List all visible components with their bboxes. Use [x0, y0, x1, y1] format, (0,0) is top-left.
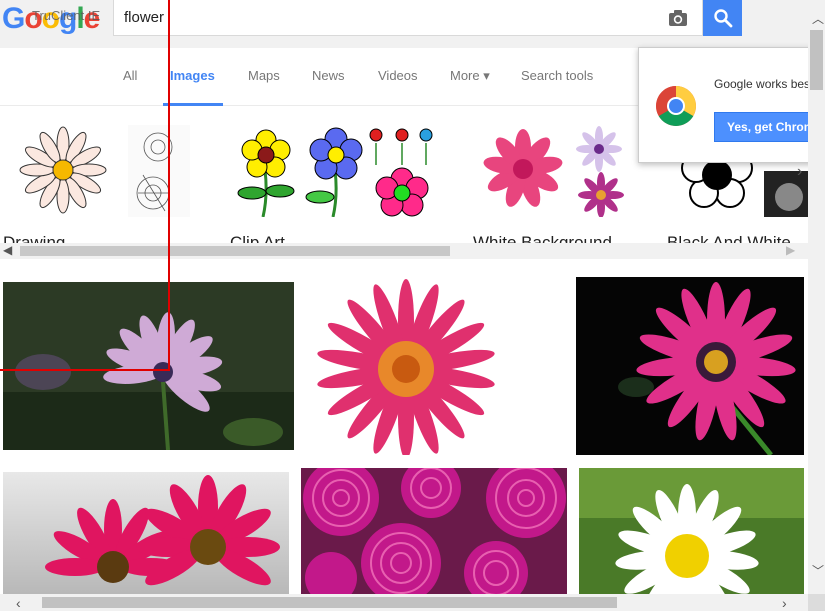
search-box[interactable]: [113, 0, 703, 36]
search-header: Google TruClient IE: [0, 0, 808, 48]
scroll-left-icon[interactable]: ◀: [3, 243, 12, 257]
page-horizontal-scrollbar[interactable]: ‹ ›: [0, 594, 808, 611]
strip-scroll-thumb[interactable]: [20, 246, 450, 256]
scroll-right-icon[interactable]: ›: [782, 595, 787, 611]
scroll-down-icon[interactable]: ﹀: [812, 562, 824, 579]
chrome-logo-icon: [656, 86, 696, 126]
scrollbar-corner: [808, 594, 825, 611]
overlay-label: TruClient IE: [32, 8, 101, 23]
browser-viewport: Google TruClient IE All Images Maps News…: [0, 0, 825, 611]
page-vertical-scrollbar[interactable]: ︿ ﹀: [808, 0, 825, 594]
image-result[interactable]: [3, 472, 289, 594]
crosshair-horizontal-line: [0, 369, 170, 371]
camera-icon[interactable]: [668, 8, 688, 28]
vertical-scroll-thumb[interactable]: [810, 30, 823, 90]
strip-next-icon[interactable]: ›: [797, 163, 802, 181]
chrome-promo-popup: Google works best Yes, get Chrome: [638, 47, 825, 163]
tab-all[interactable]: All: [123, 68, 137, 83]
tab-news[interactable]: News: [312, 68, 345, 83]
scroll-up-icon[interactable]: ︿: [812, 10, 824, 27]
scroll-right-icon[interactable]: ▶: [786, 243, 795, 257]
tab-more[interactable]: More ▾: [450, 68, 490, 84]
search-icon: [714, 9, 733, 28]
search-button[interactable]: [703, 0, 742, 36]
image-result[interactable]: [576, 277, 804, 455]
search-input[interactable]: [124, 8, 644, 26]
active-tab-indicator: [163, 103, 223, 106]
image-result[interactable]: [579, 468, 804, 594]
tab-images[interactable]: Images: [170, 68, 215, 83]
crosshair-vertical-line: [168, 0, 170, 371]
related-strip-scrollbar[interactable]: ◀ ▶: [0, 243, 808, 259]
horizontal-scroll-thumb[interactable]: [42, 597, 617, 608]
drawing-thumbnail: [3, 125, 190, 217]
clip-art-thumbnail: [230, 125, 435, 217]
white-background-thumbnail: [473, 125, 627, 217]
tab-videos[interactable]: Videos: [378, 68, 418, 83]
image-result[interactable]: [301, 468, 567, 594]
tab-maps[interactable]: Maps: [248, 68, 280, 83]
image-result[interactable]: [306, 277, 564, 455]
image-result[interactable]: [3, 282, 294, 450]
tab-search-tools[interactable]: Search tools: [521, 68, 593, 83]
scroll-left-icon[interactable]: ‹: [16, 595, 21, 611]
popup-message: Google works best: [714, 77, 814, 91]
